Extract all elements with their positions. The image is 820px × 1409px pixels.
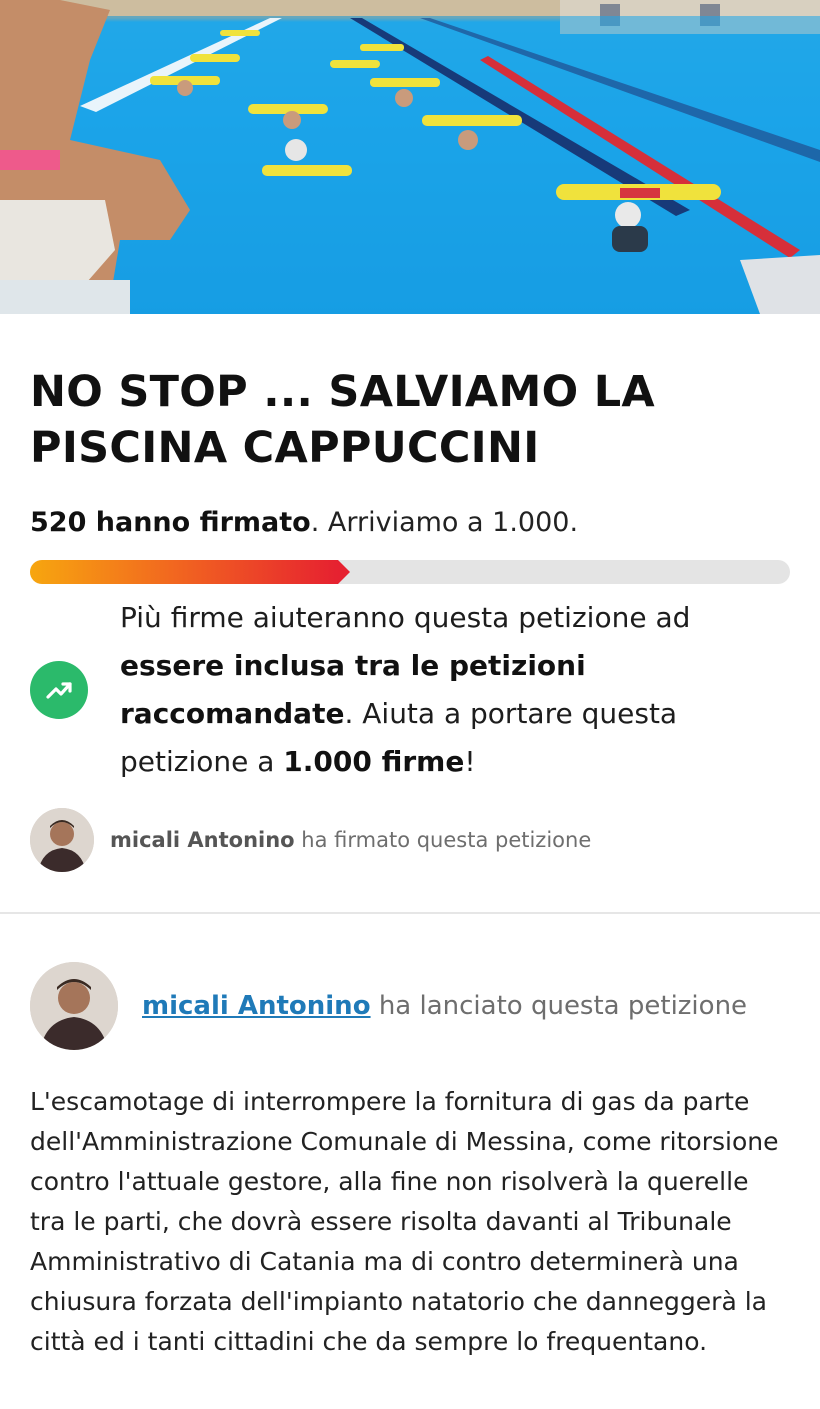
pool-illustration (0, 0, 820, 314)
progress-fill (30, 560, 338, 584)
signature-count: 520 hanno firmato. Arriviamo a 1.000. (30, 506, 790, 540)
goal-text: . Arriviamo a 1.000. (310, 507, 579, 538)
petition-title: NO STOP ... SALVIAMO LA PISCINA CAPPUCCI… (30, 367, 656, 473)
promo-text-3: ! (464, 745, 476, 778)
signed-count: 520 hanno firmato (30, 507, 311, 538)
section-divider (0, 912, 820, 914)
progress-tip (338, 560, 350, 584)
petition-starter: micali Antonino ha lanciato questa petiz… (30, 962, 790, 1050)
promo-bold-2: 1.000 firme (283, 745, 465, 778)
signer-name[interactable]: micali Antonino (110, 828, 295, 852)
hero-photo (0, 0, 820, 314)
starter-text: micali Antonino ha lanciato questa petiz… (142, 991, 747, 1021)
signer-text: micali Antonino ha firmato questa petizi… (110, 828, 591, 852)
signer-avatar[interactable] (30, 808, 94, 872)
recent-signer: micali Antonino ha firmato questa petizi… (30, 808, 790, 872)
petition-description: L'escamotage di interrompere la fornitur… (30, 1087, 779, 1356)
starter-avatar[interactable] (30, 962, 118, 1050)
starter-action: ha lanciato questa petizione (370, 991, 748, 1021)
promo-block: Più firme aiuteranno questa petizione ad… (30, 594, 790, 786)
signer-action: ha firmato questa petizione (294, 828, 592, 852)
trending-up-icon (30, 661, 88, 719)
progress-bar (30, 560, 790, 584)
starter-name-link[interactable]: micali Antonino (142, 991, 371, 1021)
promo-text: Più firme aiuteranno questa petizione ad… (120, 594, 790, 786)
promo-text-1: Più firme aiuteranno questa petizione ad (120, 601, 691, 634)
